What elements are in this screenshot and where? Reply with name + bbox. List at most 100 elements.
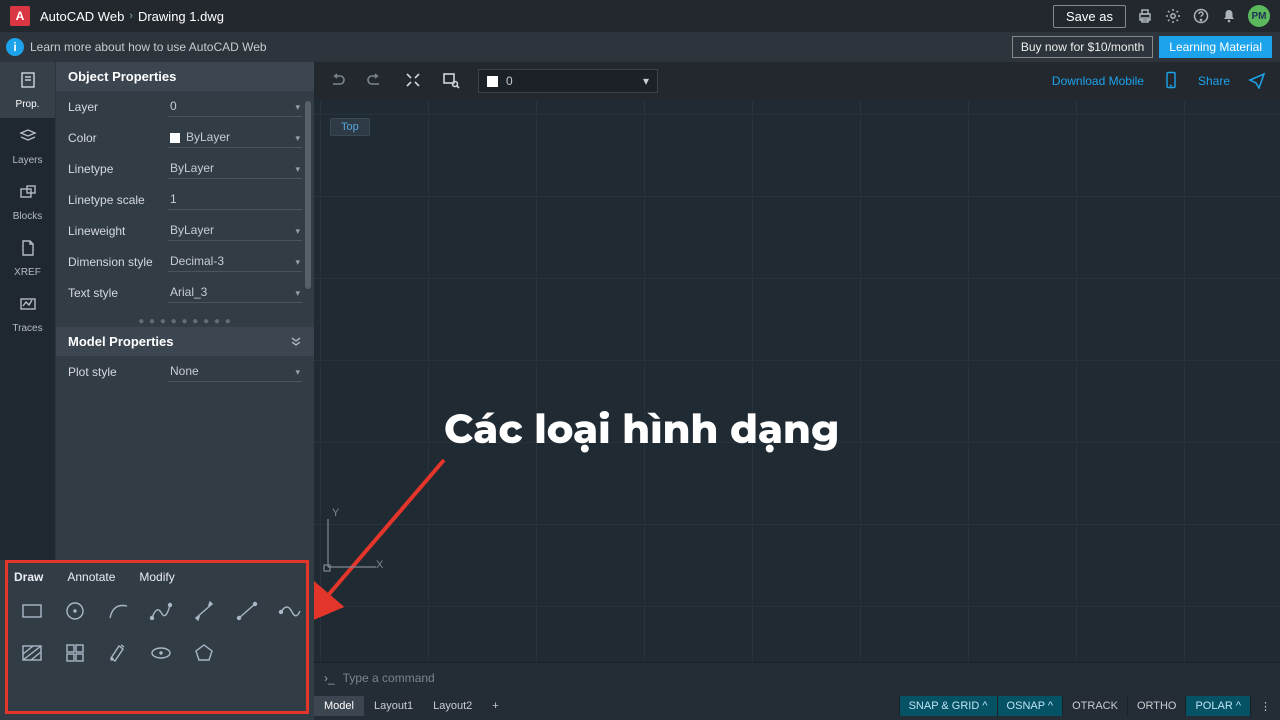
info-icon: i — [0, 38, 30, 56]
prop-row-dimstyle: Dimension style Decimal-3▾ — [68, 246, 302, 277]
snap-grid-toggle[interactable]: SNAP & GRID ^ — [899, 696, 997, 716]
rail-label: Blocks — [13, 211, 42, 222]
workspace: 0 ▾ Download Mobile Share Top Các loại h… — [314, 62, 1280, 720]
annotation-text: Các loại hình dạng — [444, 405, 839, 454]
notifications-icon[interactable] — [1220, 7, 1238, 25]
mobile-icon[interactable] — [1160, 71, 1182, 92]
prop-row-ltscale: Linetype scale 1 — [68, 184, 302, 215]
ucs-icon: Y X — [316, 509, 386, 582]
canvas-toolbar: 0 ▾ Download Mobile Share — [314, 62, 1280, 100]
rail-label: Layers — [12, 155, 42, 166]
panel-scrollbar[interactable] — [305, 101, 311, 289]
rail-tab-traces[interactable]: Traces — [0, 286, 55, 342]
rail-label: XREF — [14, 267, 41, 278]
app-name[interactable]: AutoCAD Web — [40, 9, 124, 24]
otrack-toggle[interactable]: OTRACK — [1062, 696, 1127, 716]
ortho-toggle[interactable]: ORTHO — [1127, 696, 1186, 716]
xref-icon — [18, 238, 38, 263]
drawing-canvas[interactable]: Top Các loại hình dạng Y X — [314, 100, 1280, 662]
prop-value-linetype[interactable]: ByLayer▾ — [168, 158, 302, 179]
download-mobile-link[interactable]: Download Mobile — [1052, 74, 1144, 88]
properties-icon — [18, 70, 38, 95]
extents-icon[interactable] — [402, 71, 424, 92]
prop-row-textstyle: Text style Arial_3▾ — [68, 277, 302, 308]
rail-tab-properties[interactable]: Prop. — [0, 62, 55, 118]
breadcrumb: AutoCAD Web › Drawing 1.dwg — [40, 9, 224, 24]
view-badge[interactable]: Top — [330, 118, 370, 136]
file-name[interactable]: Drawing 1.dwg — [138, 9, 224, 24]
layers-icon — [18, 126, 38, 151]
prop-value-color[interactable]: ByLayer▾ — [168, 127, 302, 148]
polar-toggle[interactable]: POLAR ^ — [1185, 696, 1250, 716]
rail-tab-xref[interactable]: XREF — [0, 230, 55, 286]
chevron-down-icon: ▾ — [295, 102, 300, 113]
model-tab[interactable]: Model — [314, 696, 364, 716]
command-bar[interactable]: ›_ Type a command — [314, 662, 1280, 692]
save-as-button[interactable]: Save as — [1053, 5, 1126, 28]
help-icon[interactable] — [1192, 7, 1210, 25]
learning-material-button[interactable]: Learning Material — [1159, 36, 1272, 58]
prop-label: Linetype scale — [68, 193, 168, 207]
osnap-toggle[interactable]: OSNAP ^ — [997, 696, 1063, 716]
chevron-right-icon: › — [129, 10, 133, 22]
chevron-down-icon: ▾ — [295, 367, 300, 378]
layer-color-swatch — [487, 76, 498, 87]
chevron-up-icon: ^ — [1236, 700, 1241, 712]
prop-row-plotstyle: Plot style None▾ — [68, 356, 302, 387]
prop-value-textstyle[interactable]: Arial_3▾ — [168, 282, 302, 303]
command-placeholder: Type a command — [343, 671, 435, 685]
model-properties-header[interactable]: Model Properties — [56, 327, 314, 356]
share-link[interactable]: Share — [1198, 74, 1230, 88]
info-message[interactable]: Learn more about how to use AutoCAD Web — [30, 40, 1012, 54]
prop-label: Plot style — [68, 365, 168, 379]
prop-value-lineweight[interactable]: ByLayer▾ — [168, 220, 302, 241]
prop-row-layer: Layer 0▾ — [68, 91, 302, 122]
print-icon[interactable] — [1136, 7, 1154, 25]
panel-resize-handle[interactable]: ● ● ● ● ● ● ● ● ● — [56, 316, 314, 327]
traces-icon — [18, 294, 38, 319]
chevron-up-icon: ^ — [982, 700, 987, 712]
prop-label: Linetype — [68, 162, 168, 176]
info-bar: i Learn more about how to use AutoCAD We… — [0, 32, 1280, 62]
prop-value-dimstyle[interactable]: Decimal-3▾ — [168, 251, 302, 272]
prop-value-layer[interactable]: 0▾ — [168, 96, 302, 117]
chevron-down-icon: ▾ — [295, 257, 300, 268]
draw-tools-panel: Draw Annotate Modify — [0, 560, 314, 720]
command-chevron-icon: ›_ — [324, 671, 335, 685]
object-properties-header[interactable]: Object Properties — [56, 62, 314, 91]
more-status-icon[interactable]: ⋮ — [1250, 696, 1280, 717]
rail-label: Traces — [12, 323, 42, 334]
prop-row-color: Color ByLayer▾ — [68, 122, 302, 153]
object-properties-body: Layer 0▾ Color ByLayer▾ Linetype ByLayer… — [56, 91, 314, 316]
collapse-icon — [290, 336, 302, 348]
prop-value-ltscale[interactable]: 1 — [168, 189, 302, 210]
blocks-icon — [18, 182, 38, 207]
redo-icon[interactable] — [364, 71, 386, 92]
add-layout-button[interactable]: + — [482, 696, 508, 716]
prop-label: Lineweight — [68, 224, 168, 238]
rail-label: Prop. — [16, 99, 40, 110]
app-logo[interactable]: A — [10, 6, 30, 26]
undo-icon[interactable] — [326, 71, 348, 92]
chevron-down-icon: ▾ — [643, 74, 649, 88]
buy-now-button[interactable]: Buy now for $10/month — [1012, 36, 1153, 58]
zoom-window-icon[interactable] — [440, 71, 462, 92]
prop-label: Layer — [68, 100, 168, 114]
chevron-down-icon: ▾ — [295, 164, 300, 175]
user-avatar[interactable]: PM — [1248, 5, 1270, 27]
prop-row-lineweight: Lineweight ByLayer▾ — [68, 215, 302, 246]
prop-value-plotstyle[interactable]: None▾ — [168, 361, 302, 382]
top-bar: A AutoCAD Web › Drawing 1.dwg Save as PM — [0, 0, 1280, 32]
layout2-tab[interactable]: Layout2 — [423, 696, 482, 716]
layout1-tab[interactable]: Layout1 — [364, 696, 423, 716]
rail-tab-blocks[interactable]: Blocks — [0, 174, 55, 230]
settings-icon[interactable] — [1164, 7, 1182, 25]
prop-label: Dimension style — [68, 255, 168, 269]
rail-tab-layers[interactable]: Layers — [0, 118, 55, 174]
prop-label: Color — [68, 131, 168, 145]
layer-name: 0 — [506, 74, 513, 88]
layer-dropdown[interactable]: 0 ▾ — [478, 69, 658, 93]
send-icon[interactable] — [1246, 71, 1268, 92]
highlight-box — [5, 560, 309, 714]
prop-row-linetype: Linetype ByLayer▾ — [68, 153, 302, 184]
